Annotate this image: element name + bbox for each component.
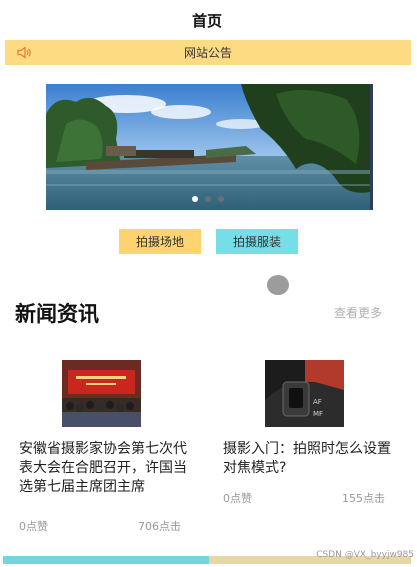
news-meta: 0点赞 706点击 [19, 518, 181, 534]
carousel-indicators [46, 196, 370, 202]
view-more-link[interactable]: 查看更多 [334, 304, 382, 321]
svg-text:AF: AF [313, 398, 322, 406]
carousel-dot[interactable] [192, 196, 198, 202]
news-thumbnail: AF MF [265, 360, 344, 427]
news-meta: 0点赞 155点击 [223, 490, 385, 506]
banner-carousel[interactable] [46, 84, 373, 210]
floating-ball[interactable] [267, 275, 289, 295]
shooting-venue-label: 拍摄场地 [135, 235, 184, 249]
shooting-costume-button[interactable]: 拍摄服装 [216, 229, 298, 254]
notice-text: 网站公告 [183, 46, 232, 60]
click-count: 155点击 [342, 492, 385, 505]
news-section-title: 新闻资讯 [15, 302, 99, 326]
news-title: 摄影入门：拍照时怎么设置对焦模式? [223, 441, 391, 476]
like-count: 0点赞 [19, 520, 48, 533]
bottom-tab-indicator [3, 556, 209, 564]
click-count: 706点击 [138, 520, 181, 533]
shooting-venue-button[interactable]: 拍摄场地 [119, 229, 201, 254]
shooting-costume-label: 拍摄服装 [232, 235, 281, 249]
carousel-dot[interactable] [218, 196, 224, 202]
banner-image [46, 84, 370, 210]
like-count: 0点赞 [223, 492, 252, 505]
news-title: 安徽省摄影家协会第七次代表大会在合肥召开，许国当选第七届主席团主席 [19, 441, 187, 495]
notice-bar[interactable]: 网站公告 [5, 40, 411, 65]
app-screen: 首页 网站公告 拍摄场地 拍摄服装 新闻资讯 查看更多 安徽省摄影家协会第七次代… [3, 0, 411, 567]
speaker-icon [17, 46, 31, 59]
svg-text:MF: MF [313, 410, 323, 418]
news-thumbnail [62, 360, 141, 427]
top-nav-bar: 首页 [3, 0, 411, 40]
carousel-dot[interactable] [205, 196, 211, 202]
page-title: 首页 [191, 11, 222, 30]
watermark-text: CSDN @VX_byyjw985 [316, 550, 414, 560]
